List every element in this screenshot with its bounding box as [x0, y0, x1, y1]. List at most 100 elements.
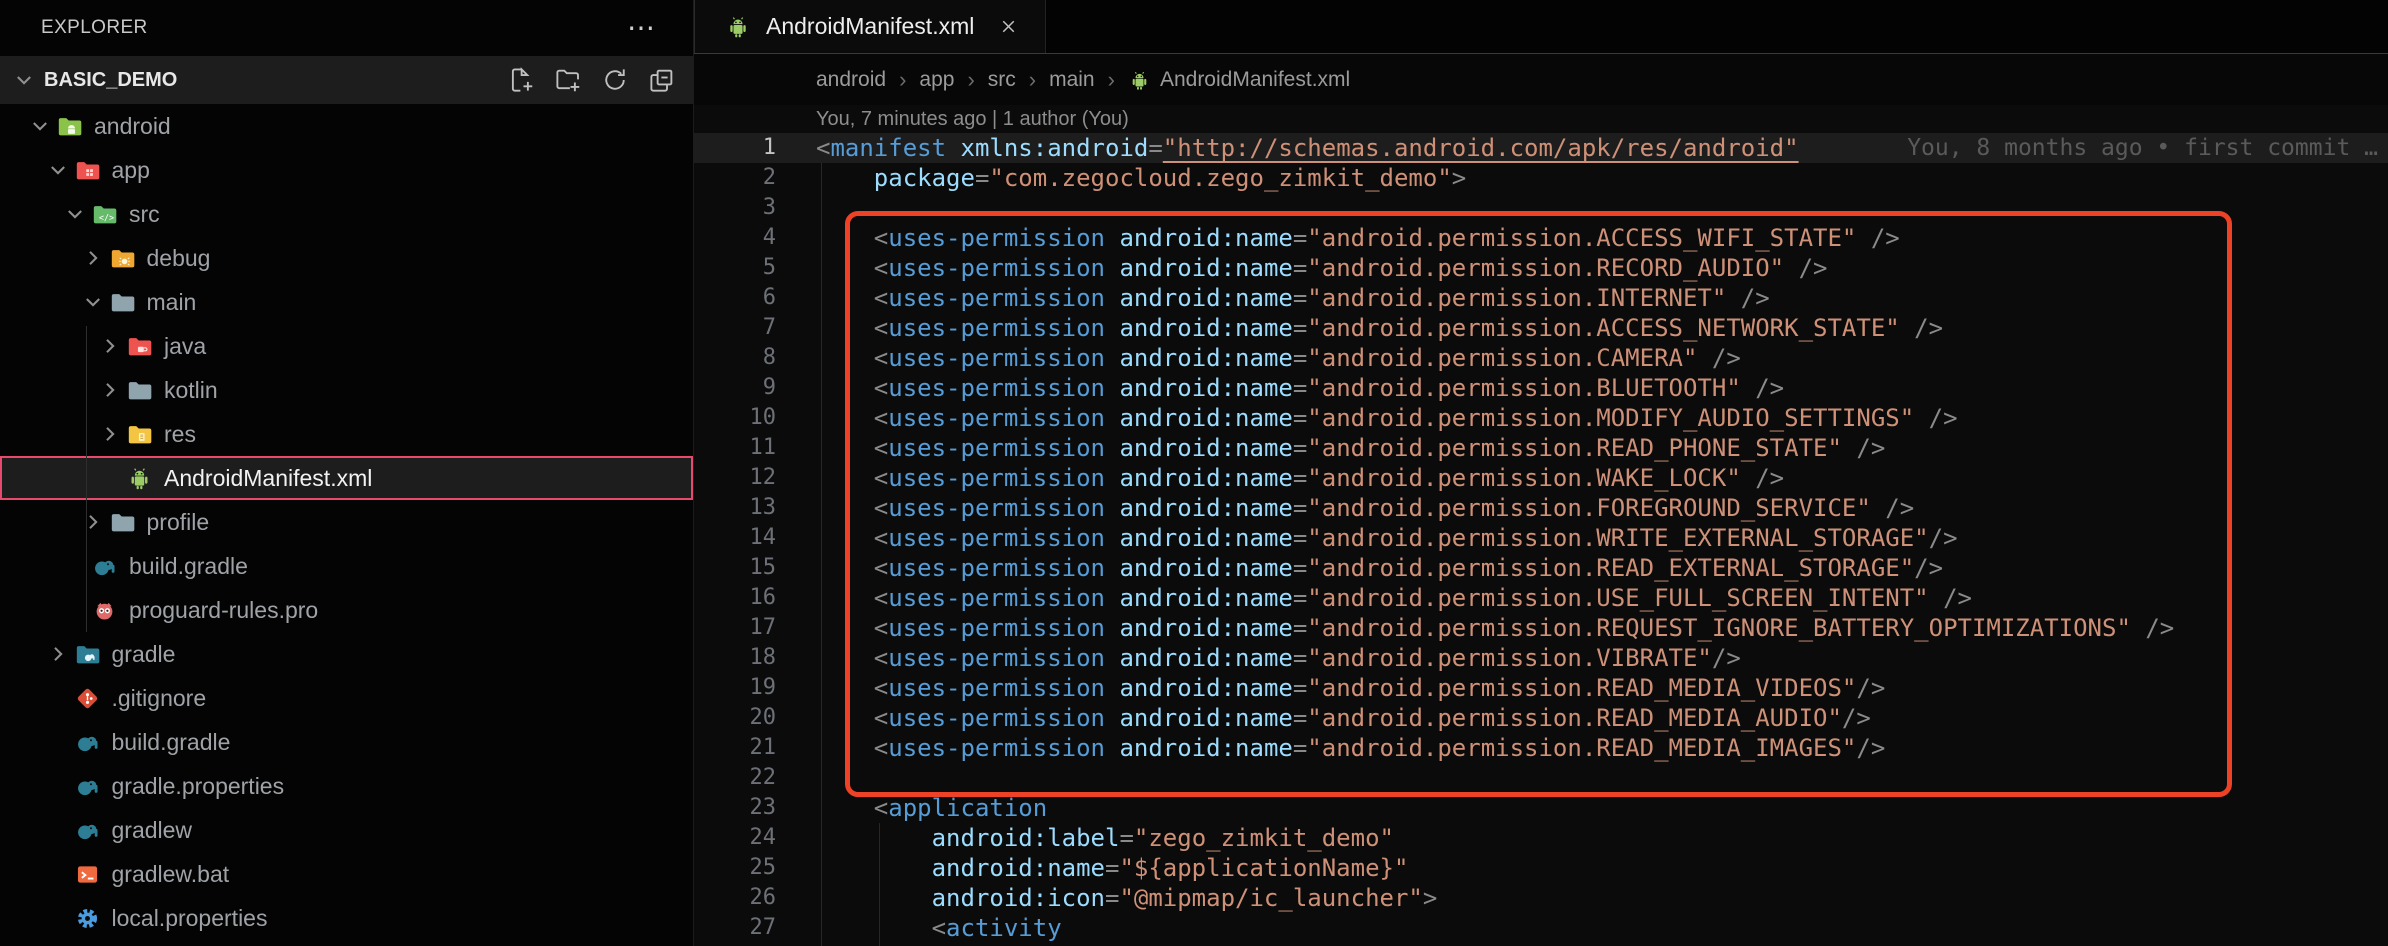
- code-line-17[interactable]: 17 <uses-permission android:name="androi…: [694, 613, 2388, 643]
- tree-item-build-gradle[interactable]: build.gradle: [0, 720, 693, 764]
- tree-item-main[interactable]: main: [0, 280, 693, 324]
- code-line-14[interactable]: 14 <uses-permission android:name="androi…: [694, 523, 2388, 553]
- code-line-26[interactable]: 26 android:icon="@mipmap/ic_launcher">: [694, 883, 2388, 913]
- close-icon[interactable]: [998, 16, 1019, 37]
- breadcrumb-separator: ›: [1029, 67, 1036, 93]
- breadcrumb-label: android: [816, 68, 886, 92]
- tree-item-profile[interactable]: profile: [0, 500, 693, 544]
- new-file-icon[interactable]: [506, 65, 536, 95]
- code-line-5[interactable]: 5 <uses-permission android:name="android…: [694, 253, 2388, 283]
- tree-item-gradlew[interactable]: gradlew: [0, 808, 693, 852]
- tree-item-label: gradle.properties: [112, 773, 285, 800]
- new-folder-icon[interactable]: [553, 65, 583, 95]
- code-text: <uses-permission android:name="android.p…: [816, 223, 1900, 253]
- code-line-8[interactable]: 8 <uses-permission android:name="android…: [694, 343, 2388, 373]
- code-line-27[interactable]: 27 <activity: [694, 913, 2388, 943]
- line-number: 15: [694, 553, 776, 583]
- tree-item-android[interactable]: android: [0, 104, 693, 148]
- code-line-16[interactable]: 16 <uses-permission android:name="androi…: [694, 583, 2388, 613]
- code-line-23[interactable]: 23 <application: [694, 793, 2388, 823]
- line-number: 27: [694, 913, 776, 943]
- svg-text:</>: </>: [99, 212, 114, 222]
- code-line-15[interactable]: 15 <uses-permission android:name="androi…: [694, 553, 2388, 583]
- gradle-elephant-icon: [74, 773, 101, 800]
- breadcrumb-item-main[interactable]: main: [1049, 68, 1095, 92]
- chevron-down-icon[interactable]: [24, 115, 56, 137]
- line-number: 26: [694, 883, 776, 913]
- breadcrumb-item-android[interactable]: android: [816, 68, 886, 92]
- tree-item-label: build.gradle: [129, 553, 248, 580]
- code-text: <uses-permission android:name="android.p…: [816, 733, 1885, 763]
- terminal-icon: [74, 861, 101, 888]
- code-editor[interactable]: You, 7 minutes ago | 1 author (You) 1<ma…: [694, 105, 2388, 946]
- tree-item--gitignore[interactable]: .gitignore: [0, 676, 693, 720]
- breadcrumb-item-src[interactable]: src: [988, 68, 1016, 92]
- code-line-21[interactable]: 21 <uses-permission android:name="androi…: [694, 733, 2388, 763]
- code-line-9[interactable]: 9 <uses-permission android:name="android…: [694, 373, 2388, 403]
- code-line-6[interactable]: 6 <uses-permission android:name="android…: [694, 283, 2388, 313]
- code-text: android:label="zego_zimkit_demo": [816, 823, 1394, 853]
- tree-item-app[interactable]: app: [0, 148, 693, 192]
- chevron-down-icon[interactable]: [42, 159, 74, 181]
- chevron-down-icon[interactable]: [77, 291, 109, 313]
- code-text: <uses-permission android:name="android.p…: [816, 253, 1827, 283]
- tree-item-proguard-rules-pro[interactable]: proguard-rules.pro: [0, 588, 693, 632]
- tree-item-gradlew-bat[interactable]: gradlew.bat: [0, 852, 693, 896]
- code-line-4[interactable]: 4 <uses-permission android:name="android…: [694, 223, 2388, 253]
- tree-item-java[interactable]: java: [0, 324, 693, 368]
- tree-item-build-gradle[interactable]: build.gradle: [0, 544, 693, 588]
- code-line-24[interactable]: 24 android:label="zego_zimkit_demo": [694, 823, 2388, 853]
- tree-item-label: local.properties: [112, 905, 268, 932]
- tree-item-androidmanifest-xml[interactable]: AndroidManifest.xml: [0, 456, 693, 500]
- code-line-11[interactable]: 11 <uses-permission android:name="androi…: [694, 433, 2388, 463]
- chevron-right-icon[interactable]: [77, 247, 109, 269]
- chevron-right-icon[interactable]: [77, 511, 109, 533]
- tree-item-local-properties[interactable]: local.properties: [0, 896, 693, 940]
- refresh-icon[interactable]: [600, 65, 630, 95]
- folder-icon: [74, 157, 101, 184]
- chevron-right-icon[interactable]: [94, 379, 126, 401]
- line-number: 3: [694, 193, 776, 223]
- code-text: <uses-permission android:name="android.p…: [816, 283, 1770, 313]
- code-line-10[interactable]: 10 <uses-permission android:name="androi…: [694, 403, 2388, 433]
- code-line-7[interactable]: 7 <uses-permission android:name="android…: [694, 313, 2388, 343]
- section-header-basic-demo[interactable]: BASIC_DEMO: [0, 56, 693, 104]
- line-number: 11: [694, 433, 776, 463]
- tab-androidmanifest-xml[interactable]: AndroidManifest.xml: [694, 0, 1046, 53]
- chevron-right-icon[interactable]: [42, 643, 74, 665]
- gitlens-codelens[interactable]: You, 7 minutes ago | 1 author (You): [694, 105, 2388, 133]
- tree-item-debug[interactable]: debug: [0, 236, 693, 280]
- tree-item-kotlin[interactable]: kotlin: [0, 368, 693, 412]
- chevron-right-icon[interactable]: [94, 423, 126, 445]
- code-text: <application: [816, 793, 1047, 823]
- code-line-12[interactable]: 12 <uses-permission android:name="androi…: [694, 463, 2388, 493]
- tree-item-gradle-properties[interactable]: gradle.properties: [0, 764, 693, 808]
- code-line-20[interactable]: 20 <uses-permission android:name="androi…: [694, 703, 2388, 733]
- tree-item-gradle[interactable]: gradle: [0, 632, 693, 676]
- collapse-all-icon[interactable]: [647, 65, 677, 95]
- code-line-13[interactable]: 13 <uses-permission android:name="androi…: [694, 493, 2388, 523]
- chevron-down-icon[interactable]: [59, 203, 91, 225]
- code-line-1[interactable]: 1<manifest xmlns:android="http://schemas…: [694, 133, 2388, 163]
- code-line-3[interactable]: 3: [694, 193, 2388, 223]
- code-line-2[interactable]: 2 package="com.zegocloud.zego_zimkit_dem…: [694, 163, 2388, 193]
- code-text: android:name="${applicationName}": [816, 853, 1408, 883]
- tree-item-res[interactable]: res: [0, 412, 693, 456]
- code-line-25[interactable]: 25 android:name="${applicationName}": [694, 853, 2388, 883]
- code-text: <uses-permission android:name="android.p…: [816, 673, 1885, 703]
- inline-blame: You, 8 months ago • first commit …: [1907, 133, 2378, 163]
- code-text: <uses-permission android:name="android.p…: [816, 613, 2174, 643]
- breadcrumb-item-androidmanifest-xml[interactable]: AndroidManifest.xml: [1128, 68, 1350, 92]
- code-line-18[interactable]: 18 <uses-permission android:name="androi…: [694, 643, 2388, 673]
- code-text: <uses-permission android:name="android.p…: [816, 553, 1943, 583]
- breadcrumb-label: src: [988, 68, 1016, 92]
- code-line-19[interactable]: 19 <uses-permission android:name="androi…: [694, 673, 2388, 703]
- chevron-right-icon[interactable]: [94, 335, 126, 357]
- tree-item-src[interactable]: </>src: [0, 192, 693, 236]
- code-text: <uses-permission android:name="android.p…: [816, 643, 1741, 673]
- code-line-22[interactable]: 22: [694, 763, 2388, 793]
- more-actions-icon[interactable]: ⋯: [627, 23, 655, 33]
- gradle-elephant-icon: [74, 817, 101, 844]
- tree-item-label: gradlew: [112, 817, 193, 844]
- breadcrumb-item-app[interactable]: app: [919, 68, 954, 92]
